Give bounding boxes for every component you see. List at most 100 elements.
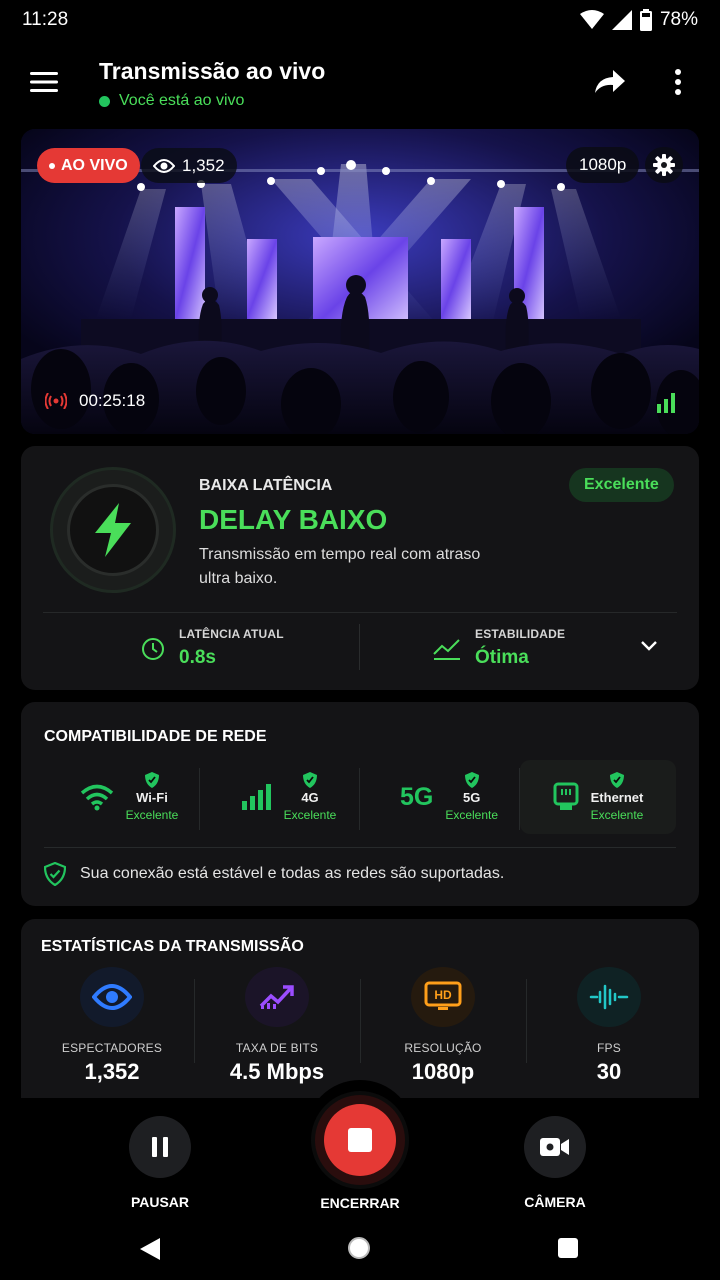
network-item-4g[interactable]: 4G Excelente: [211, 760, 367, 834]
pause-icon: [152, 1137, 168, 1157]
ethernet-icon: [553, 782, 579, 810]
stream-timer: 00:25:18: [45, 391, 145, 411]
camera-control[interactable]: CÂMERA: [515, 1116, 595, 1210]
quality-badge: Excelente: [569, 468, 674, 502]
network-status: Excelente: [445, 808, 499, 822]
cellular-signal-icon: [241, 784, 271, 810]
back-icon[interactable]: [140, 1238, 160, 1260]
camera-label: CÂMERA: [524, 1194, 586, 1210]
more-options-button[interactable]: [658, 64, 698, 100]
stats-card-title: ESTATÍSTICAS DA TRANSMISSÃO: [41, 938, 304, 955]
pause-control[interactable]: PAUSAR: [120, 1116, 200, 1210]
waveform-icon: [589, 984, 629, 1010]
stop-icon: [348, 1128, 372, 1152]
menu-button[interactable]: [22, 64, 66, 100]
battery-level: 78%: [659, 9, 698, 30]
recent-apps-icon[interactable]: [558, 1238, 578, 1258]
stat-icon-bg: HD: [411, 967, 475, 1027]
stability-value: Ótima: [475, 647, 529, 668]
video-preview[interactable]: AO VIVO 1,352 1080p 00:25:18: [21, 129, 699, 434]
stat-label: FPS: [597, 1041, 621, 1055]
stat-resolution: HD RESOLUÇÃO 1080p: [360, 967, 526, 1085]
pause-label: PAUSAR: [130, 1194, 190, 1210]
network-name: 4G: [301, 790, 319, 805]
wifi-icon: [80, 784, 113, 811]
stat-icon-bg: [80, 967, 144, 1027]
system-nav-bar: [0, 1218, 720, 1280]
status-icons: 78%: [579, 9, 698, 31]
share-button[interactable]: [590, 64, 630, 100]
line-chart-icon: [433, 639, 460, 660]
current-latency-label: LATÊNCIA ATUAL: [179, 627, 284, 641]
status-bar: 11:28 78%: [0, 0, 720, 40]
gear-icon: [653, 154, 675, 176]
network-message-text: Sua conexão está estável e todas as rede…: [80, 865, 505, 882]
status-time: 11:28: [22, 9, 69, 30]
network-name: Wi-Fi: [136, 790, 168, 805]
stat-label: TAXA DE BITS: [235, 1041, 319, 1055]
network-status: Excelente: [590, 808, 644, 822]
network-card-title: COMPATIBILIDADE DE REDE: [44, 728, 267, 745]
pause-button[interactable]: [129, 1116, 191, 1178]
network-item-5g[interactable]: 5G 5G Excelente: [371, 760, 527, 834]
broadcast-icon: [45, 393, 67, 409]
svg-text:HD: HD: [434, 988, 452, 1002]
video-camera-icon: [540, 1138, 569, 1156]
latency-description: Transmissão em tempo real com atraso ult…: [199, 546, 481, 587]
hd-icon: HD: [424, 981, 462, 1010]
stability-label: ESTABILIDADE: [475, 627, 566, 641]
live-status-text: Você está ao vivo: [119, 92, 245, 109]
chevron-down-icon[interactable]: [639, 639, 659, 653]
network-name: Ethernet: [590, 790, 644, 805]
metric-separator: [359, 624, 360, 670]
shield-check-icon: [144, 772, 159, 788]
cell-signal-icon: [611, 10, 632, 30]
resolution-label: 1080p: [579, 155, 627, 174]
signal-strength-icon: [657, 393, 675, 413]
end-stream-button[interactable]: [324, 1104, 396, 1176]
latency-overline: BAIXA LATÊNCIA: [199, 477, 333, 494]
stat-fps: FPS 30: [526, 967, 692, 1085]
hamburger-icon: [30, 72, 58, 92]
clock-icon: [142, 638, 164, 660]
home-icon[interactable]: [348, 1237, 370, 1259]
network-separator: [199, 768, 200, 830]
latency-title: DELAY BAIXO: [199, 504, 388, 535]
end-stream-ring[interactable]: [315, 1095, 405, 1185]
network-item-ethernet[interactable]: Ethernet Excelente: [520, 760, 676, 834]
end-stream-control[interactable]: ENCERRAR: [298, 1095, 422, 1211]
current-latency-value: 0.8s: [179, 647, 216, 668]
live-status: Você está ao vivo: [99, 92, 244, 110]
wifi-status-icon: [579, 10, 604, 29]
network-compatibility-card: COMPATIBILIDADE DE REDE Wi-Fi Excelente …: [21, 702, 699, 906]
stat-label: RESOLUÇÃO: [404, 1041, 482, 1055]
page-title: Transmissão ao vivo: [99, 58, 326, 84]
stat-value: 1,352: [84, 1059, 140, 1084]
shield-check-icon: [609, 772, 624, 788]
end-stream-label: ENCERRAR: [320, 1195, 400, 1211]
shield-check-icon: [44, 862, 66, 886]
latency-ring: [50, 467, 176, 593]
more-vertical-icon: [675, 69, 681, 95]
battery-icon: [639, 9, 652, 31]
network-status-message: Sua conexão está estável e todas as rede…: [44, 862, 504, 886]
live-badge-label: AO VIVO: [61, 156, 128, 174]
share-arrow-icon: [595, 70, 625, 93]
elapsed-time: 00:25:18: [79, 391, 146, 410]
network-divider: [44, 847, 676, 848]
network-item-wifi[interactable]: Wi-Fi Excelente: [51, 760, 207, 834]
video-settings-button[interactable]: [645, 147, 683, 183]
app-bar: Transmissão ao vivo Você está ao vivo: [0, 48, 720, 118]
latency-divider: [43, 612, 677, 613]
5g-icon: 5G: [399, 782, 434, 811]
viewer-count: 1,352: [182, 155, 225, 175]
network-name: 5G: [463, 790, 481, 805]
shield-check-icon: [302, 772, 317, 788]
shield-check-icon: [464, 772, 479, 788]
camera-button[interactable]: [524, 1116, 586, 1178]
network-status: Excelente: [283, 808, 337, 822]
network-separator: [359, 768, 360, 830]
resolution-selector[interactable]: 1080p: [566, 147, 640, 183]
network-status: Excelente: [125, 808, 179, 822]
stat-label: ESPECTADORES: [61, 1041, 163, 1055]
